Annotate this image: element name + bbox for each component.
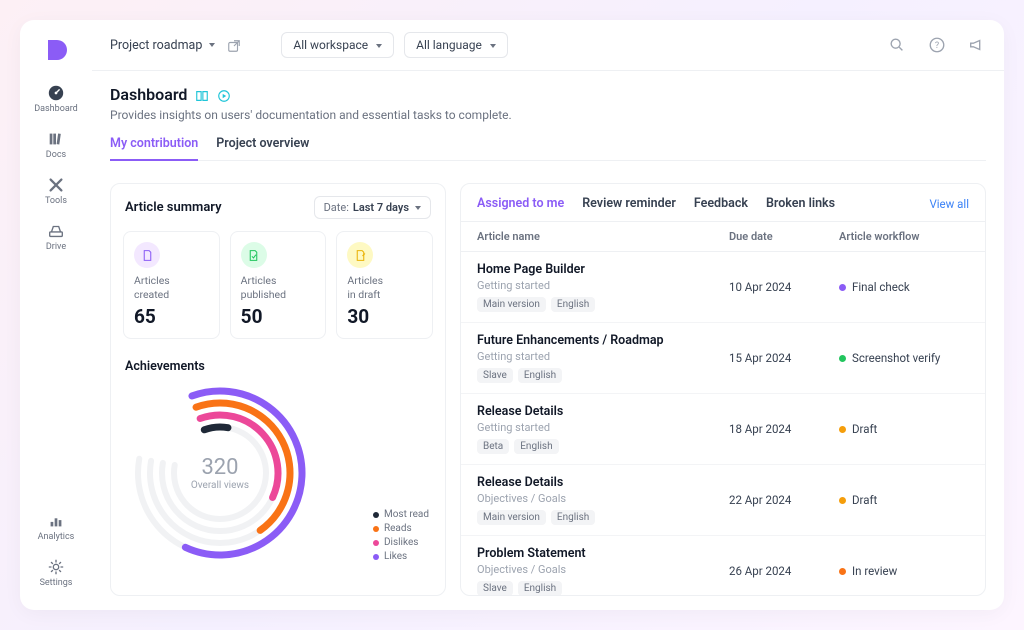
status-dot-icon bbox=[839, 355, 846, 362]
workspace-filter[interactable]: All workspace bbox=[281, 32, 394, 58]
sidebar: Dashboard Docs Tools Drive Analytics Set… bbox=[20, 20, 92, 610]
article-category: Getting started bbox=[477, 421, 729, 434]
achievements-title: Achievements bbox=[111, 349, 445, 378]
article-category: Getting started bbox=[477, 279, 729, 292]
workflow-status: Final check bbox=[839, 280, 969, 294]
nav-docs[interactable]: Docs bbox=[20, 124, 92, 166]
status-dot-icon bbox=[839, 426, 846, 433]
external-link-icon[interactable] bbox=[227, 38, 241, 52]
nav-dashboard[interactable]: Dashboard bbox=[20, 78, 92, 120]
tab-broken-links[interactable]: Broken links bbox=[766, 196, 835, 211]
version-tag: Slave bbox=[477, 368, 513, 383]
workflow-status: Draft bbox=[839, 493, 969, 507]
megaphone-icon[interactable] bbox=[968, 36, 986, 54]
tools-icon bbox=[47, 176, 65, 194]
due-date: 10 Apr 2024 bbox=[729, 280, 839, 294]
page-title: Dashboard bbox=[110, 85, 187, 104]
legend-item: Likes bbox=[373, 551, 429, 562]
version-tag: Beta bbox=[477, 439, 509, 454]
legend-dot-icon bbox=[373, 554, 379, 560]
table-row[interactable]: Future Enhancements / Roadmap Getting st… bbox=[461, 323, 985, 394]
article-summary-title: Article summary bbox=[125, 200, 222, 215]
due-date: 18 Apr 2024 bbox=[729, 422, 839, 436]
view-all-link[interactable]: View all bbox=[929, 197, 969, 211]
table-row[interactable]: Release Details Objectives / Goals Main … bbox=[461, 465, 985, 536]
article-title: Problem Statement bbox=[477, 546, 729, 561]
legend-item: Dislikes bbox=[373, 537, 429, 548]
table-row[interactable]: Release Details Getting started Beta Eng… bbox=[461, 394, 985, 465]
legend-item: Reads bbox=[373, 523, 429, 534]
due-date: 26 Apr 2024 bbox=[729, 564, 839, 578]
language-tag: English bbox=[518, 368, 562, 383]
play-circle-icon[interactable] bbox=[217, 88, 231, 102]
chevron-down-icon bbox=[413, 201, 421, 214]
table-row[interactable]: Home Page Builder Getting started Main v… bbox=[461, 252, 985, 323]
gear-icon bbox=[47, 558, 65, 576]
chart-icon bbox=[47, 512, 65, 530]
legend-item: Most read bbox=[373, 509, 429, 520]
book-open-icon[interactable] bbox=[195, 88, 209, 102]
status-dot-icon bbox=[839, 568, 846, 575]
search-icon[interactable] bbox=[888, 36, 906, 54]
books-icon bbox=[47, 130, 65, 148]
article-title: Release Details bbox=[477, 404, 729, 419]
tab-project-overview[interactable]: Project overview bbox=[216, 136, 309, 160]
status-dot-icon bbox=[839, 497, 846, 504]
nav-settings[interactable]: Settings bbox=[20, 552, 92, 594]
language-filter[interactable]: All language bbox=[404, 32, 508, 58]
gauge-icon bbox=[47, 84, 65, 102]
legend-dot-icon bbox=[373, 512, 379, 518]
stat-articles-published: Articles published 50 bbox=[230, 231, 327, 339]
document-check-icon bbox=[241, 242, 267, 268]
tab-assigned-to-me[interactable]: Assigned to me bbox=[477, 196, 564, 211]
svg-text:?: ? bbox=[935, 41, 939, 51]
article-category: Objectives / Goals bbox=[477, 492, 729, 505]
drive-icon bbox=[47, 222, 65, 240]
document-icon bbox=[134, 242, 160, 268]
workflow-status: In review bbox=[839, 564, 969, 578]
page-subtitle: Provides insights on users' documentatio… bbox=[110, 108, 986, 122]
table-row[interactable]: Problem Statement Objectives / Goals Sla… bbox=[461, 536, 985, 595]
language-tag: English bbox=[551, 510, 595, 525]
date-range-selector[interactable]: Date: Last 7 days bbox=[314, 196, 431, 219]
nav-analytics[interactable]: Analytics bbox=[20, 506, 92, 548]
language-tag: English bbox=[551, 297, 595, 312]
chevron-down-icon bbox=[488, 38, 496, 52]
version-tag: Main version bbox=[477, 510, 546, 525]
topbar: Project roadmap All workspace All langua… bbox=[92, 20, 1004, 71]
article-category: Getting started bbox=[477, 350, 729, 363]
due-date: 15 Apr 2024 bbox=[729, 351, 839, 365]
table-header: Article name Due date Article workflow bbox=[461, 222, 985, 252]
workflow-status: Screenshot verify bbox=[839, 351, 969, 365]
project-selector[interactable]: Project roadmap bbox=[110, 38, 215, 53]
stat-articles-draft: Articles in draft 30 bbox=[336, 231, 433, 339]
tab-my-contribution[interactable]: My contribution bbox=[110, 136, 198, 161]
tab-review-reminder[interactable]: Review reminder bbox=[582, 196, 676, 211]
help-icon[interactable]: ? bbox=[928, 36, 946, 54]
chevron-down-icon bbox=[374, 38, 382, 52]
article-title: Release Details bbox=[477, 475, 729, 490]
legend-dot-icon bbox=[373, 526, 379, 532]
chart-legend: Most read Reads Dislikes Likes bbox=[373, 509, 429, 562]
tab-feedback[interactable]: Feedback bbox=[694, 196, 748, 211]
due-date: 22 Apr 2024 bbox=[729, 493, 839, 507]
nav-tools[interactable]: Tools bbox=[20, 170, 92, 212]
workflow-status: Draft bbox=[839, 422, 969, 436]
app-logo bbox=[42, 36, 70, 64]
version-tag: Slave bbox=[477, 581, 513, 595]
legend-dot-icon bbox=[373, 540, 379, 546]
achievements-chart: 320 Overall views bbox=[125, 378, 315, 568]
language-tag: English bbox=[518, 581, 562, 595]
language-tag: English bbox=[514, 439, 558, 454]
status-dot-icon bbox=[839, 284, 846, 291]
article-category: Objectives / Goals bbox=[477, 563, 729, 576]
nav-drive[interactable]: Drive bbox=[20, 216, 92, 258]
document-edit-icon bbox=[347, 242, 373, 268]
article-title: Future Enhancements / Roadmap bbox=[477, 333, 729, 348]
article-title: Home Page Builder bbox=[477, 262, 729, 277]
chevron-down-icon bbox=[207, 38, 215, 53]
version-tag: Main version bbox=[477, 297, 546, 312]
stat-articles-created: Articles created 65 bbox=[123, 231, 220, 339]
